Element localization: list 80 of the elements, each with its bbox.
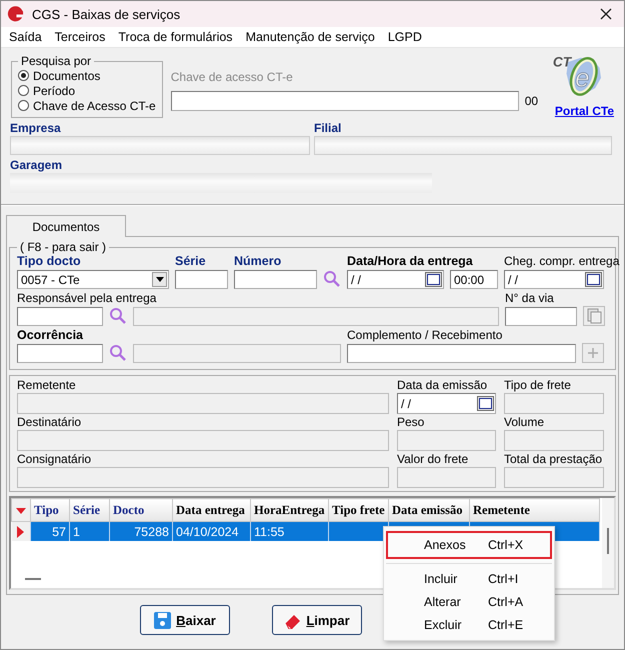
field-label: Peso (397, 415, 424, 430)
table-cell: 57 (30, 522, 70, 541)
field-label: Data da emissão (397, 378, 488, 393)
row-pointer-icon (17, 526, 24, 538)
dropdown[interactable]: 0057 - CTe (17, 270, 169, 289)
field-label: Ocorrência (17, 328, 84, 343)
field-label: Empresa (10, 121, 62, 135)
input-field[interactable] (347, 344, 576, 363)
app-logo-icon (7, 6, 24, 22)
field-label: Garagem (10, 158, 64, 172)
field-label: Filial (314, 121, 342, 135)
menu-item[interactable]: Alterar Ctrl+A (386, 591, 552, 613)
date-field[interactable]: / / (397, 393, 496, 414)
table-cell: 04/10/2024 (172, 522, 250, 541)
column-header[interactable]: Tipo (30, 498, 70, 522)
calendar-icon (477, 396, 494, 411)
field-suffix: 00 (524, 94, 538, 108)
menu-item[interactable]: Troca de formulários (118, 30, 233, 44)
window-title: CGS - Baixas de serviços (32, 6, 182, 22)
column-header[interactable]: Data emissão (388, 498, 470, 522)
date-field[interactable]: / / (347, 270, 444, 289)
field-label: Consignatário (17, 452, 92, 467)
menu-item[interactable]: LGPD (388, 30, 422, 44)
input-field[interactable] (175, 270, 228, 289)
table-cell: 1 (70, 522, 110, 541)
copy-button[interactable] (583, 306, 605, 326)
tab[interactable]: Documentos (6, 215, 126, 237)
column-header[interactable]: Remetente (470, 498, 600, 522)
field-label: Série (175, 254, 206, 269)
field-label: Total da prestação (504, 452, 602, 467)
field-label: Cheg. compr. entrega (504, 254, 620, 269)
field-label: Responsável pela entrega (17, 291, 156, 306)
column-header[interactable]: Série (70, 498, 110, 522)
column-header[interactable]: HoraEntrega (250, 498, 328, 522)
floppy-icon (154, 612, 172, 628)
input-field[interactable] (17, 307, 103, 326)
save-button[interactable]: Baixar (140, 605, 230, 635)
radio-option[interactable]: Documentos (18, 68, 156, 83)
field-label: Destinatário (17, 415, 82, 430)
radio-option[interactable]: Período (18, 83, 156, 98)
search-icon[interactable] (109, 307, 127, 325)
calendar-icon (425, 272, 442, 287)
input-field[interactable]: 00:00 (450, 270, 498, 289)
field-label: Data/Hora da entrega (347, 254, 473, 269)
table-cell: 75288 (110, 522, 172, 541)
field-label: Chave de acesso CT-e (170, 70, 294, 84)
input-field[interactable] (505, 307, 577, 326)
field-label: Volume (504, 415, 544, 430)
input-field[interactable] (234, 270, 317, 289)
portal-link[interactable]: Portal CTe (554, 104, 614, 118)
copy-icon (585, 308, 603, 324)
search-icon[interactable] (109, 344, 127, 362)
field-label: Tipo de frete (504, 378, 571, 393)
column-header[interactable]: Tipo frete (328, 498, 388, 522)
column-header[interactable]: Data entrega (172, 498, 250, 522)
field-label: Remetente (17, 378, 76, 393)
caret-icon (156, 277, 164, 282)
group-label: Pesquisa por (20, 54, 92, 68)
menu-item[interactable]: Excluir Ctrl+E (386, 614, 552, 636)
menu-item[interactable]: Anexos Ctrl+X (386, 531, 552, 559)
group-label: ( F8 - para sair ) (19, 240, 108, 254)
menu-item[interactable]: Terceiros (54, 30, 106, 44)
radio-option[interactable]: Chave de Acesso CT-e (18, 98, 156, 113)
menu-item[interactable]: Manutenção de serviço (246, 30, 375, 44)
field-label: Complemento / Recebimento (347, 328, 502, 343)
field-label: Valor do frete (397, 452, 468, 467)
input-field[interactable] (17, 344, 103, 363)
search-icon[interactable] (323, 270, 341, 288)
calendar-icon (585, 272, 602, 287)
field-label: N° da via (505, 291, 554, 306)
menu-item[interactable]: Incluir Ctrl+I (386, 568, 552, 590)
date-field[interactable]: / / (504, 270, 604, 289)
sort-down-icon (16, 508, 26, 514)
clear-button[interactable]: Limpar (272, 605, 362, 635)
column-header[interactable]: Docto (110, 498, 172, 522)
access-key-field[interactable] (170, 91, 519, 111)
table-cell: 11:55 (250, 522, 328, 541)
field-label: Número (234, 254, 282, 269)
field-label: Tipo docto (17, 254, 81, 269)
menu-item[interactable]: Saída (9, 30, 42, 44)
